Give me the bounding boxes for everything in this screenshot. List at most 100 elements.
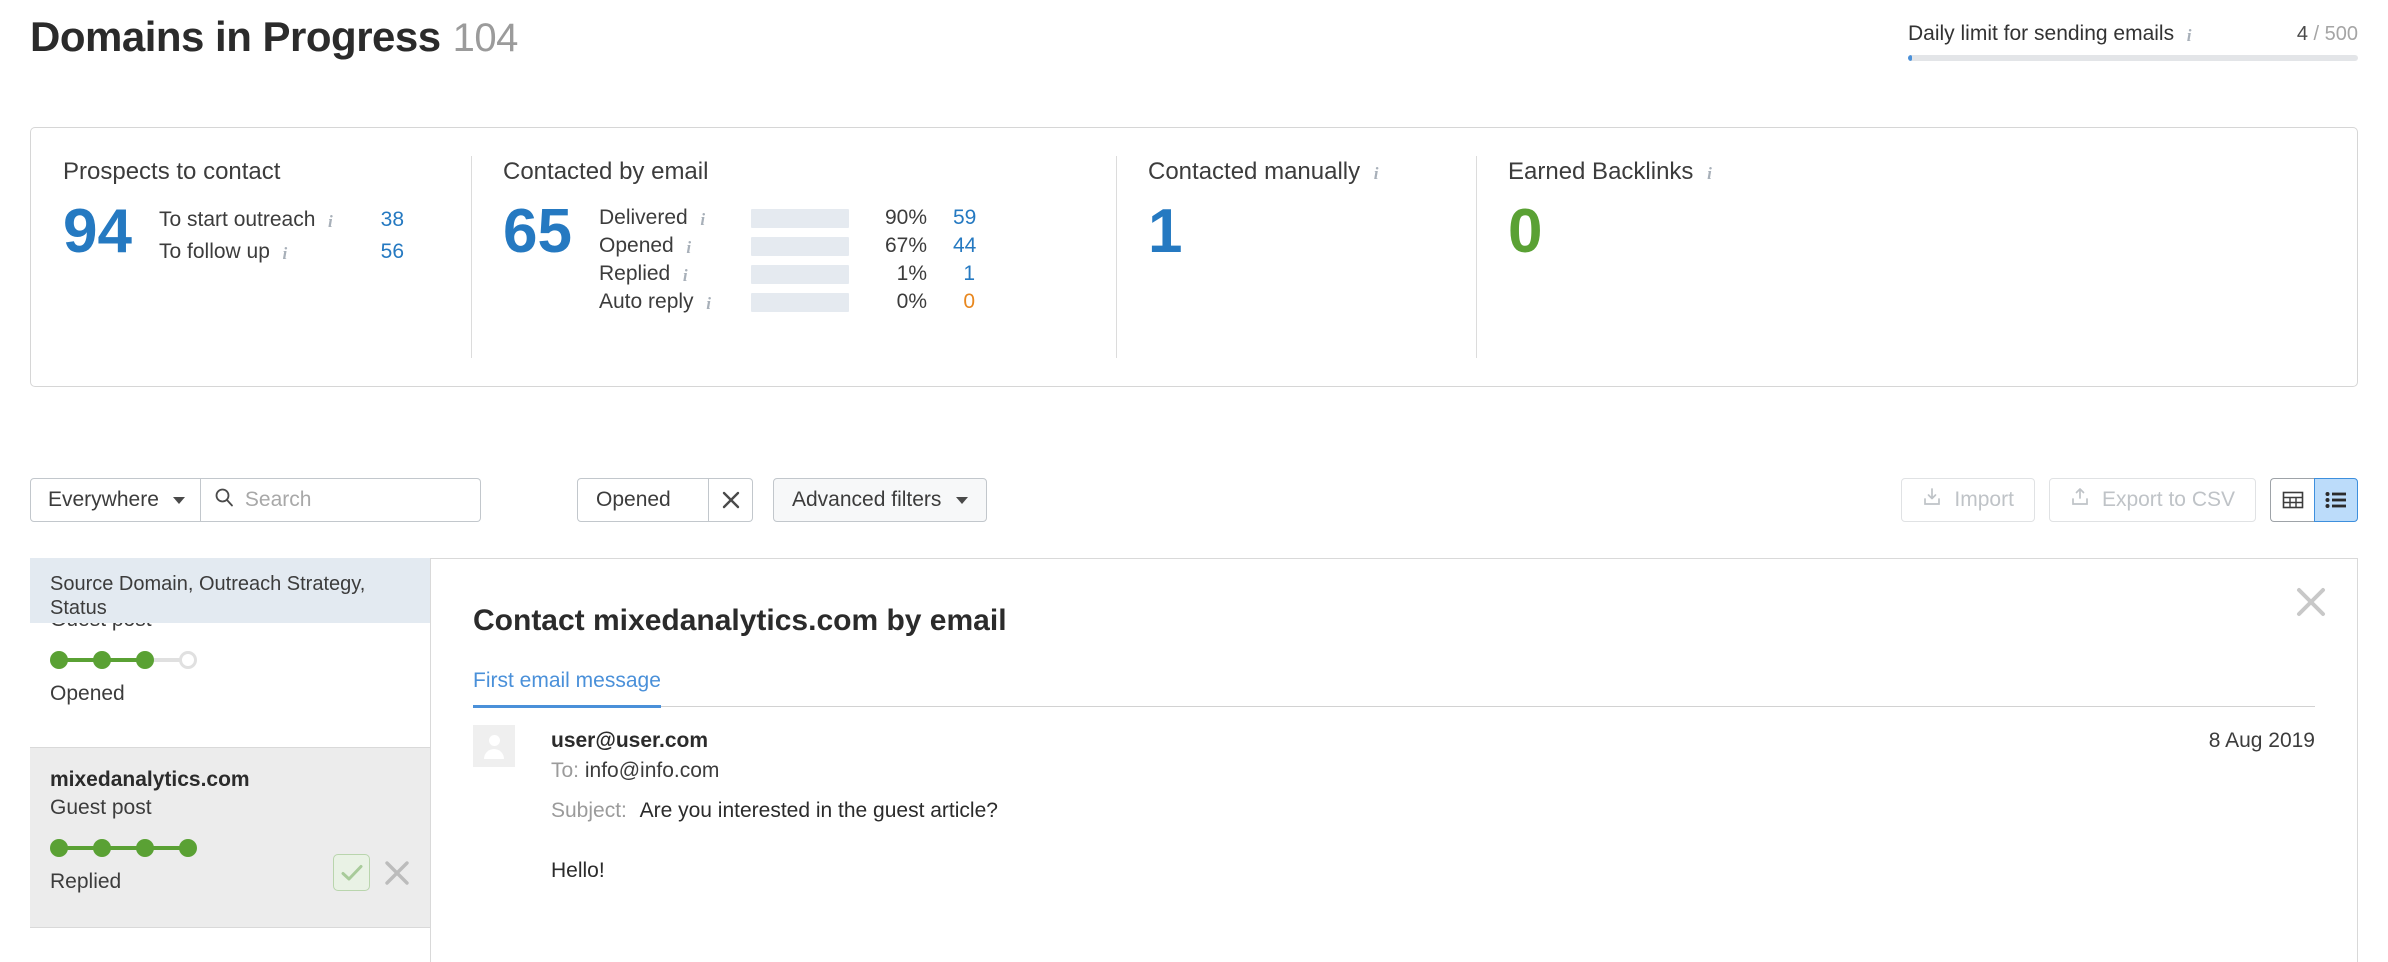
metric-value[interactable]: 56: [364, 240, 404, 264]
progress-dot: [50, 839, 68, 857]
message-to-label: To:: [551, 759, 580, 782]
message-subject-value: Are you interested in the guest article?: [639, 799, 998, 822]
search-box[interactable]: [200, 478, 481, 522]
metric-label-wrap: Replied i: [599, 262, 751, 286]
info-icon[interactable]: i: [679, 267, 691, 284]
export-csv-button[interactable]: Export to CSV: [2048, 478, 2256, 522]
search-icon: [214, 487, 234, 513]
manual-title-wrap: Contacted manually i: [1148, 158, 1476, 186]
metric-percent: 67%: [884, 234, 927, 257]
metric-percent: 90%: [884, 206, 927, 229]
email-metric-list: Delivered i 90% 59 Opened i 67% 44 Repli…: [599, 204, 976, 316]
message-subject-row: Subject: Are you interested in the guest…: [551, 799, 998, 823]
list-item[interactable]: mixedanalytics.com Guest post Replied: [30, 748, 430, 928]
progress-dot: [179, 839, 197, 857]
progress-dot: [179, 651, 197, 669]
import-label: Import: [1954, 488, 2014, 511]
approve-button[interactable]: [333, 854, 370, 891]
filters-toolbar: Everywhere Opened Advanced filters: [30, 478, 2358, 522]
message-to-row: To: info@info.com: [551, 759, 719, 783]
avatar-body: [484, 749, 504, 759]
stat-card-contacted-by-email: Contacted by email 65 Delivered i 90% 59: [471, 128, 1116, 386]
metric-value[interactable]: 59: [953, 206, 976, 230]
metric-label-wrap: Auto reply i: [599, 290, 751, 314]
info-icon[interactable]: i: [324, 213, 336, 230]
email-total: 65: [503, 197, 572, 266]
scope-select-label: Everywhere: [48, 488, 159, 511]
list-item-status: Opened: [50, 682, 125, 705]
list-item-progress: [50, 839, 198, 857]
metric-row: Auto reply i 0% 0: [599, 288, 975, 316]
email-title: Contacted by email: [503, 158, 709, 185]
stats-card: Prospects to contact 94 To start outreac…: [30, 127, 2358, 387]
import-button[interactable]: Import: [1901, 478, 2035, 522]
content-split: Source Domain, Outreach Strategy, Status…: [30, 558, 2358, 962]
metric-value[interactable]: 1: [953, 262, 975, 286]
filter-chip-clear-button[interactable]: [709, 478, 753, 522]
avatar-head: [488, 735, 500, 746]
reject-button[interactable]: [384, 860, 410, 886]
daily-limit-progressbar: [1908, 55, 2358, 61]
toolbar-right-group: Import Export to CSV: [1901, 478, 2358, 522]
list-item-strategy: Guest post: [50, 796, 152, 819]
list-column-header-text: Source Domain, Outreach Strategy, Status: [50, 573, 366, 619]
stat-card-earned-backlinks: Earned Backlinks i 0: [1476, 128, 1876, 386]
progress-dot: [50, 651, 68, 669]
metric-bar: [751, 264, 849, 284]
filter-chip-label-button[interactable]: Opened: [577, 478, 709, 522]
metric-row: Replied i 1% 1: [599, 260, 975, 288]
view-mode-toggle: [2270, 478, 2358, 522]
detail-close-button[interactable]: [2295, 586, 2327, 618]
table-view-button[interactable]: [2270, 478, 2314, 522]
metric-bar: [751, 292, 849, 312]
info-icon[interactable]: i: [1370, 165, 1382, 182]
info-icon[interactable]: i: [697, 211, 709, 228]
list-item-domain: mixedanalytics.com: [50, 768, 250, 791]
page-title: Domains in Progress 104: [30, 13, 518, 61]
list-view-icon: [2325, 492, 2346, 508]
import-icon: [1922, 487, 1942, 513]
metric-value[interactable]: 38: [364, 208, 404, 232]
email-title-wrap: Contacted by email: [503, 158, 1116, 186]
daily-limit-label-wrap: Daily limit for sending emails i: [1908, 22, 2195, 46]
metric-row: To follow up i 56: [159, 236, 404, 268]
manual-total: 1: [1148, 197, 1183, 266]
progress-dot: [93, 839, 111, 857]
active-filter-chip: Opened: [577, 478, 753, 522]
search-input[interactable]: [244, 488, 468, 512]
advanced-filters-button[interactable]: Advanced filters: [773, 478, 988, 522]
metric-label: Delivered: [599, 206, 688, 229]
list-view-button[interactable]: [2314, 478, 2358, 522]
info-icon[interactable]: i: [1703, 165, 1715, 182]
metric-label-wrap: Delivered i: [599, 206, 751, 230]
prospect-list-panel[interactable]: Source Domain, Outreach Strategy, Status…: [30, 558, 430, 962]
info-icon[interactable]: i: [279, 245, 291, 262]
stat-card-prospects: Prospects to contact 94 To start outreac…: [31, 128, 471, 386]
table-view-icon: [2282, 491, 2303, 509]
page-title-text: Domains in Progress: [30, 13, 441, 60]
metric-percent: 0%: [896, 290, 927, 313]
info-icon[interactable]: i: [703, 295, 715, 312]
metric-value[interactable]: 44: [953, 234, 976, 258]
prospects-title-wrap: Prospects to contact: [63, 158, 471, 186]
page-title-count: 104: [452, 16, 519, 60]
scope-select[interactable]: Everywhere: [30, 478, 201, 522]
metric-row: To start outreach i 38: [159, 204, 404, 236]
message-subject-label: Subject:: [551, 799, 627, 822]
close-icon: [2297, 588, 2325, 616]
close-icon: [385, 860, 409, 885]
chevron-down-icon: [172, 496, 185, 504]
chevron-down-icon: [956, 496, 969, 504]
progress-dot: [136, 651, 154, 669]
metric-value[interactable]: 0: [953, 290, 975, 314]
detail-tabs: First email message: [473, 669, 2315, 708]
page-header: Domains in Progress 104 Daily limit for s…: [0, 0, 2388, 100]
list-item-actions: [333, 854, 410, 891]
backlinks-title: Earned Backlinks: [1508, 158, 1694, 185]
info-icon[interactable]: i: [2183, 27, 2195, 44]
tab-first-email-message[interactable]: First email message: [473, 669, 661, 708]
daily-limit-value: 4 / 500: [2297, 23, 2358, 46]
metric-label: To start outreach: [159, 208, 316, 231]
info-icon[interactable]: i: [683, 239, 695, 256]
daily-limit-widget: Daily limit for sending emails i 4 / 500: [1908, 22, 2358, 66]
